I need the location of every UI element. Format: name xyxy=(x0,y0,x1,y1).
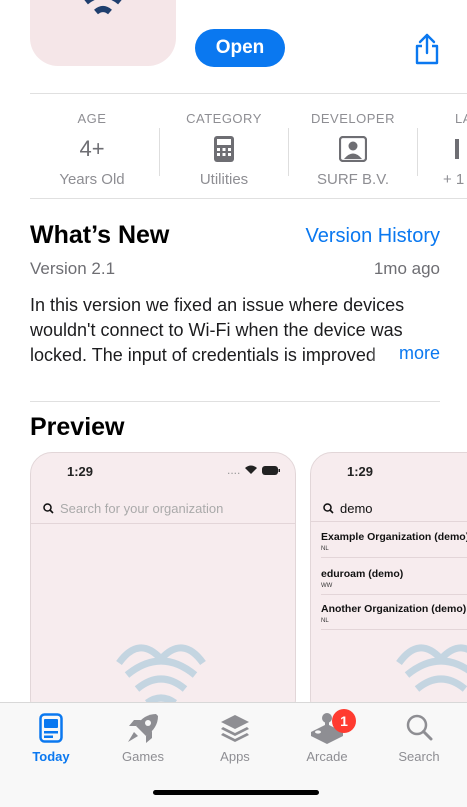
search-divider xyxy=(311,521,467,522)
open-button[interactable]: Open xyxy=(195,29,285,67)
tab-apps[interactable]: Apps xyxy=(200,711,270,764)
whats-new-title: What’s New xyxy=(30,221,170,249)
org-result-code: NL xyxy=(321,618,329,624)
info-category[interactable]: CATEGORY Utilities xyxy=(159,108,289,198)
result-divider xyxy=(321,557,467,558)
org-result-code: NL xyxy=(321,546,329,552)
preview-title: Preview xyxy=(30,413,125,441)
tab-search[interactable]: Search xyxy=(384,711,454,764)
search-bar[interactable]: demo xyxy=(323,501,373,516)
status-time: 1:29 xyxy=(67,464,94,479)
status-bar-icons: .... xyxy=(227,463,281,477)
info-category-sub: Utilities xyxy=(199,171,249,188)
release-age: 1mo ago xyxy=(373,259,440,278)
divider xyxy=(30,198,467,199)
rocket-icon xyxy=(128,714,158,743)
search-icon xyxy=(43,503,54,514)
info-age-value: 4+ xyxy=(79,136,105,161)
info-language[interactable]: LAN + 1 xyxy=(417,108,467,198)
version-label: Version 2.1 xyxy=(30,259,116,278)
org-result-code: WW xyxy=(321,583,333,589)
battery-icon xyxy=(262,465,281,475)
tab-label: Search xyxy=(398,749,440,764)
today-icon xyxy=(39,713,63,743)
org-result-name: eduroam (demo) xyxy=(321,568,404,580)
wifi-icon xyxy=(245,465,258,474)
divider xyxy=(30,93,467,94)
calculator-icon xyxy=(159,136,289,162)
info-age: AGE 4+ Years Old xyxy=(27,108,157,198)
info-language-label: LAN xyxy=(455,111,467,126)
info-row: AGE 4+ Years Old CATEGORY Utilities DEVE… xyxy=(0,108,467,198)
layers-icon xyxy=(221,715,249,742)
info-developer-label: DEVELOPER xyxy=(311,111,395,126)
info-age-label: AGE xyxy=(77,111,107,126)
tab-label: Apps xyxy=(220,749,250,764)
more-link[interactable]: more xyxy=(368,343,440,364)
info-developer-sub: SURF B.V. xyxy=(317,171,389,188)
tab-label: Today xyxy=(32,749,70,764)
tab-label: Arcade xyxy=(306,749,348,764)
tab-today[interactable]: Today xyxy=(16,711,86,764)
result-divider xyxy=(321,594,467,595)
info-age-sub: Years Old xyxy=(59,171,125,188)
divider xyxy=(30,401,440,402)
developer-person-icon xyxy=(288,136,418,162)
preview-screenshot-1[interactable]: 1:29 .... Search for your organization xyxy=(30,452,296,722)
wifi-heart-logo-icon xyxy=(84,0,122,15)
app-icon xyxy=(30,0,176,66)
result-divider xyxy=(321,629,467,630)
language-icon xyxy=(455,136,467,162)
search-icon xyxy=(323,503,334,514)
share-icon[interactable] xyxy=(412,32,442,66)
arcade-badge: 1 xyxy=(332,709,356,733)
search-placeholder: Search for your organization xyxy=(60,501,224,516)
search-value: demo xyxy=(340,501,373,516)
info-developer[interactable]: DEVELOPER SURF B.V. xyxy=(288,108,418,198)
home-indicator[interactable] xyxy=(153,790,319,795)
search-icon xyxy=(406,714,433,741)
status-time: 1:29 xyxy=(347,464,374,479)
search-bar[interactable]: Search for your organization xyxy=(43,501,223,516)
tab-arcade[interactable]: Arcade 1 xyxy=(292,709,362,764)
tab-games[interactable]: Games xyxy=(108,711,178,764)
info-category-label: CATEGORY xyxy=(186,111,262,126)
version-history-link[interactable]: Version History xyxy=(306,225,441,248)
preview-screenshot-2[interactable]: 1:29 demo Example Organization (demo) NL… xyxy=(310,452,467,722)
org-result-name: Another Organization (demo) xyxy=(321,603,467,615)
search-divider xyxy=(31,523,295,524)
tab-label: Games xyxy=(122,749,164,764)
org-result-name: Example Organization (demo) xyxy=(321,531,467,543)
info-language-sub: + 1 xyxy=(443,171,465,188)
signal-dots: .... xyxy=(227,463,241,477)
